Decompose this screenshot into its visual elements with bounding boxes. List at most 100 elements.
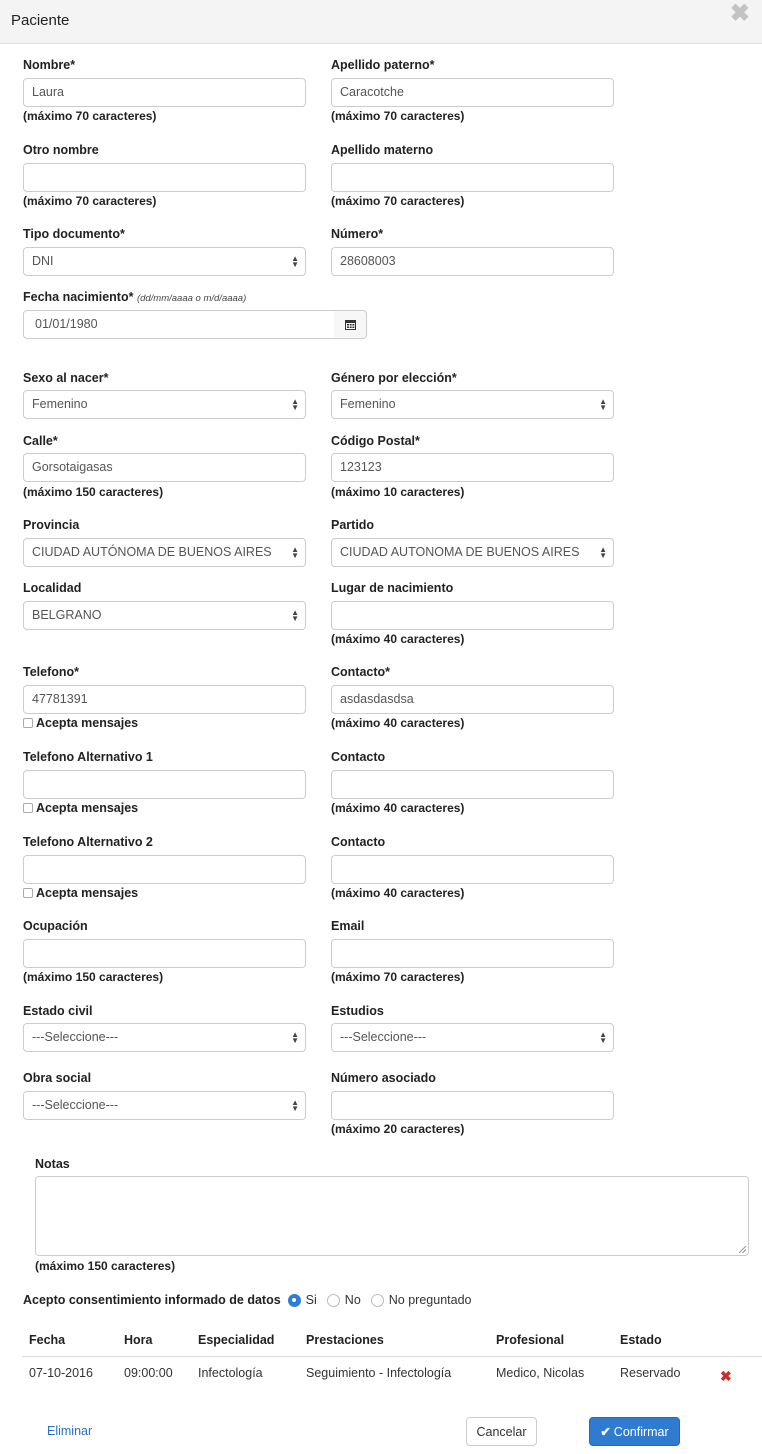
email-input[interactable] [331,939,614,968]
sort-arrows-icon: ▲ ▼ [291,253,299,269]
table-divider [22,1356,762,1357]
numero-asociado-label: Número asociado [331,1071,436,1085]
calle-label: Calle* [23,434,58,448]
estudios-value: ---Seleccione--- [340,1030,427,1044]
calle-hint: (máximo 150 caracteres) [23,485,164,499]
codigo-postal-label: Código Postal* [331,434,420,448]
obra-social-select[interactable]: ---Seleccione--- ▲ ▼ [23,1091,306,1120]
fecha-nacimiento-input[interactable]: 01/01/1980 [23,310,335,339]
table-header-hora: Hora [124,1333,153,1347]
sort-arrows-icon: ▲ ▼ [291,1097,299,1113]
telefono-input[interactable]: 47781391 [23,685,306,714]
sexo-select[interactable]: Femenino ▲ ▼ [23,390,306,419]
sort-arrows-icon: ▲ ▼ [599,396,607,412]
estudios-label: Estudios [331,1004,384,1018]
localidad-select[interactable]: BELGRANO ▲ ▼ [23,601,306,630]
nombre-hint: (máximo 70 caracteres) [23,109,157,123]
table-cell-profesional: Medico, Nicolas [496,1366,585,1380]
estado-civil-value: ---Seleccione--- [32,1030,119,1044]
confirm-button[interactable]: ✔ Confirmar [589,1417,680,1446]
numero-asociado-hint: (máximo 20 caracteres) [331,1122,465,1136]
genero-label: Género por elección* [331,371,457,385]
table-header-fecha: Fecha [29,1333,66,1347]
otro-nombre-hint: (máximo 70 caracteres) [23,194,157,208]
consent-group: Acepto consentimiento informado de datos… [23,1293,477,1307]
apellido-materno-hint: (máximo 70 caracteres) [331,194,465,208]
checkbox[interactable] [23,718,33,728]
localidad-label: Localidad [23,581,82,595]
telefono-alt1-input[interactable] [23,770,306,799]
otro-nombre-input[interactable] [23,163,306,192]
ocupacion-label: Ocupación [23,919,88,933]
contacto-alt2-hint: (máximo 40 caracteres) [331,886,465,900]
consent-radio-no-preguntado[interactable] [370,1293,384,1307]
consent-radio-si[interactable] [287,1293,301,1307]
sort-arrows-icon: ▲ ▼ [291,607,299,623]
table-header-prestaciones: Prestaciones [306,1333,384,1347]
checkbox[interactable] [23,803,33,813]
apellido-paterno-input[interactable]: Caracotche [331,78,614,107]
numero-asociado-input[interactable] [331,1091,614,1120]
contacto-input[interactable]: asdasdasdsa [331,685,614,714]
acepta-mensajes-label: Acepta mensajes [36,886,139,900]
resize-handle-icon[interactable] [739,1246,746,1253]
close-icon[interactable]: ✖ [730,2,750,26]
codigo-postal-hint: (máximo 10 caracteres) [331,485,465,499]
partido-value: CIUDAD AUTONOMA DE BUENOS AIRES [340,545,580,559]
contacto-alt1-hint: (máximo 40 caracteres) [331,801,465,815]
eliminar-link[interactable]: Eliminar [47,1424,92,1438]
table-header-estado: Estado [620,1333,662,1347]
sexo-label: Sexo al nacer* [23,371,109,385]
checkbox[interactable] [23,888,33,898]
telefono-alt1-label: Telefono Alternativo 1 [23,750,153,764]
notas-textarea[interactable] [35,1176,749,1256]
calle-input[interactable]: Gorsotaigasas [23,453,306,482]
consent-option-no: No [344,1293,361,1307]
calendar-button[interactable] [334,310,367,339]
sort-arrows-icon: ▲ ▼ [291,544,299,560]
consent-radio-no[interactable] [326,1293,340,1307]
numero-input[interactable]: 28608003 [331,247,614,276]
estudios-select[interactable]: ---Seleccione--- ▲ ▼ [331,1023,614,1052]
contacto-hint: (máximo 40 caracteres) [331,716,465,730]
apellido-paterno-hint: (máximo 70 caracteres) [331,109,465,123]
apellido-materno-label: Apellido materno [331,143,434,157]
sort-arrows-icon: ▲ ▼ [291,396,299,412]
confirm-button-label: Confirmar [613,1424,669,1439]
lugar-nacimiento-input[interactable] [331,601,614,630]
telefono-alt2-input[interactable] [23,855,306,884]
sort-arrows-icon: ▲ ▼ [599,544,607,560]
provincia-select[interactable]: CIUDAD AUTÓNOMA DE BUENOS AIRES ▲ ▼ [23,538,306,567]
acepta-mensajes-label: Acepta mensajes [36,716,139,730]
tipo-documento-select[interactable]: DNI ▲ ▼ [23,247,306,276]
genero-select[interactable]: Femenino ▲ ▼ [331,390,614,419]
acepta-mensajes-label: Acepta mensajes [36,801,139,815]
telefono-alt2-acepta-mensajes[interactable]: Acepta mensajes [23,886,138,900]
telefono-alt1-acepta-mensajes[interactable]: Acepta mensajes [23,801,138,815]
ocupacion-input[interactable] [23,939,306,968]
contacto-alt2-label: Contacto [331,835,386,849]
nombre-input[interactable]: Laura [23,78,306,107]
delete-icon[interactable]: ✖ [720,1368,732,1385]
contacto-alt1-input[interactable] [331,770,614,799]
modal-title: Paciente [11,12,70,29]
nombre-label: Nombre* [23,58,76,72]
telefono-acepta-mensajes[interactable]: Acepta mensajes [23,716,138,730]
fecha-nacimiento-label-text: Fecha nacimiento* [23,290,134,304]
partido-select[interactable]: CIUDAD AUTONOMA DE BUENOS AIRES ▲ ▼ [331,538,614,567]
numero-label: Número* [331,227,384,241]
estado-civil-select[interactable]: ---Seleccione--- ▲ ▼ [23,1023,306,1052]
partido-label: Partido [331,518,375,532]
cancel-button[interactable]: Cancelar [466,1417,537,1446]
table-header-especialidad: Especialidad [198,1333,275,1347]
otro-nombre-label: Otro nombre [23,143,99,157]
consent-option-si: Si [305,1293,317,1307]
telefono-alt2-label: Telefono Alternativo 2 [23,835,153,849]
consent-option-no-preguntado: No preguntado [388,1293,472,1307]
table-cell-estado: Reservado [620,1366,681,1380]
contacto-alt2-input[interactable] [331,855,614,884]
codigo-postal-input[interactable]: 123123 [331,453,614,482]
apellido-materno-input[interactable] [331,163,614,192]
telefono-label: Telefono* [23,665,80,679]
sort-arrows-icon: ▲ ▼ [599,1029,607,1045]
